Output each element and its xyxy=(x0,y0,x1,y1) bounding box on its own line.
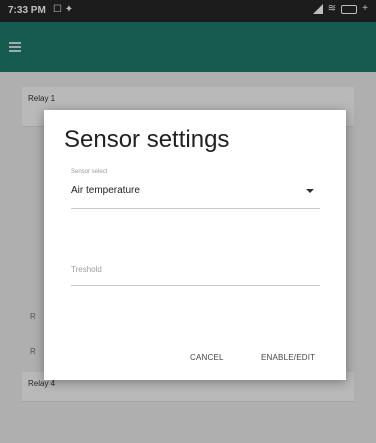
phone-screen: 7:33 PM ☐ ✦ ≋ + Relay 1 Relay 4 R R Sens… xyxy=(0,0,376,443)
threshold-underline xyxy=(71,285,320,286)
partial-relay-label: R xyxy=(30,312,36,321)
partial-relay-label: R xyxy=(30,347,36,356)
sensor-settings-dialog: Sensor settings Sensor select Air temper… xyxy=(44,110,346,380)
enable-edit-button[interactable]: ENABLE/EDIT xyxy=(261,353,315,362)
cancel-button[interactable]: CANCEL xyxy=(190,353,224,362)
sensor-select-label: Sensor select xyxy=(71,169,108,175)
dialog-title: Sensor settings xyxy=(64,126,230,153)
threshold-input[interactable]: Treshold xyxy=(71,265,102,274)
sensor-select-value[interactable]: Air temperature xyxy=(71,185,140,196)
dropdown-caret-icon[interactable] xyxy=(306,189,314,193)
sensor-select-underline xyxy=(71,208,320,209)
